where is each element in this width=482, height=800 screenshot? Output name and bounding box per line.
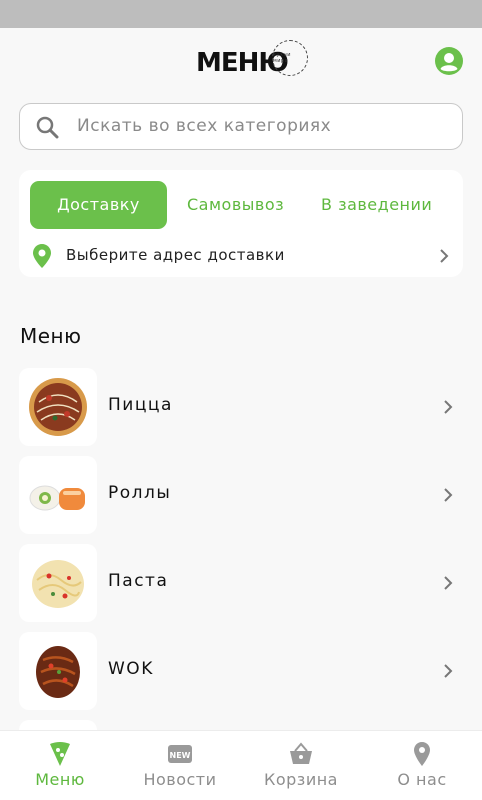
tab-delivery[interactable]: Доставку xyxy=(30,181,167,229)
delivery-card: Доставку Самовывоз В заведении Выберите … xyxy=(19,170,463,277)
logo-ring: кухни мира xyxy=(272,40,308,76)
search-placeholder: Искать во всех категориях xyxy=(77,116,332,136)
address-prompt: Выберите адрес доставки xyxy=(66,246,285,264)
tab-news[interactable]: NEW Новости xyxy=(120,731,240,800)
location-pin-icon xyxy=(414,742,430,766)
tab-menu[interactable]: Меню xyxy=(0,731,120,800)
menu-item-wok[interactable]: WOK xyxy=(0,632,482,712)
chevron-right-icon xyxy=(444,664,453,678)
status-bar xyxy=(0,0,482,28)
pasta-image xyxy=(19,544,97,622)
bottom-tab-bar: Меню NEW Новости Корзина О нас xyxy=(0,730,482,800)
menu-item-pizza[interactable]: Пицца xyxy=(0,368,482,448)
chevron-right-icon xyxy=(444,488,453,502)
tab-label: О нас xyxy=(397,770,447,789)
menu-item-label: Пицца xyxy=(108,395,173,415)
tab-label: Новости xyxy=(143,770,217,789)
wok-image xyxy=(19,632,97,710)
menu-item-rolls[interactable]: Роллы xyxy=(0,456,482,536)
section-title: Меню xyxy=(20,324,82,348)
location-pin-icon xyxy=(33,244,51,268)
menu-item-label: Роллы xyxy=(108,483,172,503)
search-input[interactable]: Искать во всех категориях xyxy=(19,103,463,150)
pizza-image xyxy=(19,368,97,446)
menu-item-pasta[interactable]: Паста xyxy=(0,544,482,624)
new-badge-icon: NEW xyxy=(168,745,192,763)
profile-icon[interactable] xyxy=(435,47,463,75)
tab-label: Корзина xyxy=(264,770,338,789)
chevron-right-icon xyxy=(440,249,449,263)
tab-cart[interactable]: Корзина xyxy=(241,731,361,800)
chevron-right-icon xyxy=(444,400,453,414)
address-selector[interactable]: Выберите адрес доставки xyxy=(19,242,463,270)
tab-about[interactable]: О нас xyxy=(362,731,482,800)
tab-pickup[interactable]: Самовывоз xyxy=(187,181,284,229)
svg-text:NEW: NEW xyxy=(170,751,191,760)
rolls-image xyxy=(19,456,97,534)
pizza-slice-icon xyxy=(50,742,70,766)
tab-dine-in[interactable]: В заведении xyxy=(321,181,432,229)
logo-ring-text: кухни мира xyxy=(273,52,291,64)
tab-label: Меню xyxy=(35,770,85,789)
menu-item-label: WOK xyxy=(108,659,154,679)
chevron-right-icon xyxy=(444,576,453,590)
menu-item-label: Паста xyxy=(108,571,169,591)
search-icon xyxy=(36,116,59,139)
basket-icon xyxy=(290,742,312,764)
app-header: МЕНЮ кухни мира xyxy=(0,28,482,96)
